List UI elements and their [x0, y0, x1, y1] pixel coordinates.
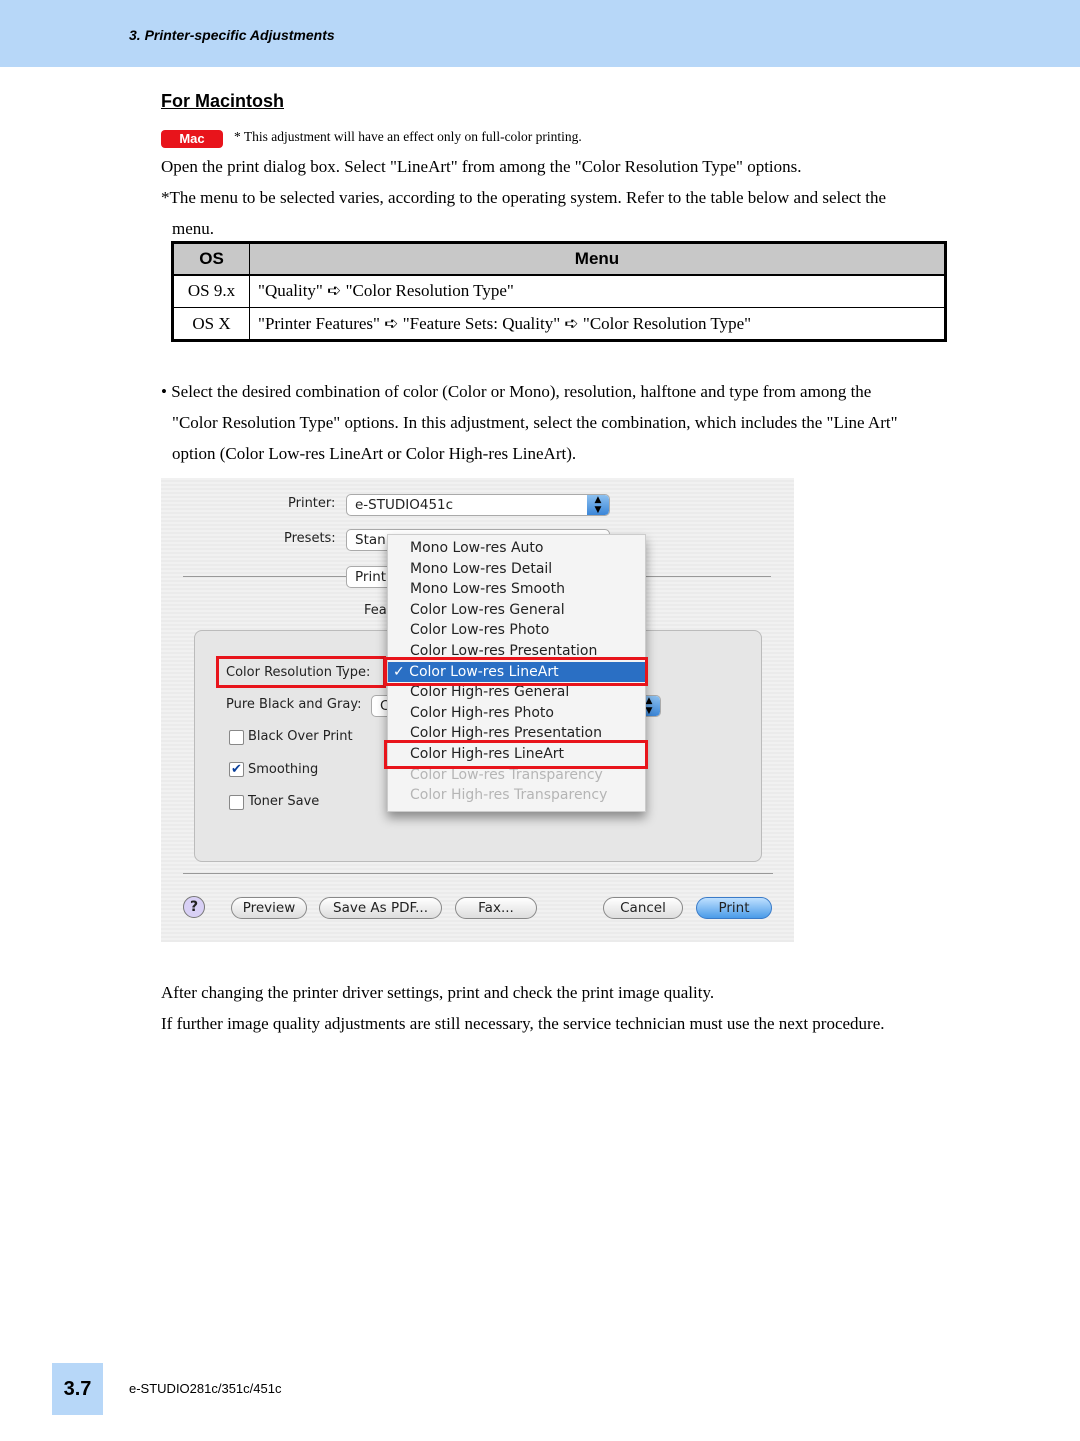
save-as-pdf-button[interactable]: Save As PDF... — [319, 897, 442, 919]
cell: OS X — [172, 307, 250, 341]
bullet-line: "Color Resolution Type" options. In this… — [172, 413, 898, 432]
page-number: 3.7 — [52, 1363, 103, 1415]
after-line: If further image quality adjustments are… — [161, 1014, 885, 1033]
highlight-box — [384, 657, 648, 686]
printer-select[interactable]: e-STUDIO451c ▲ ▼ — [346, 494, 610, 516]
bullet-line: option (Color Low-res LineArt or Color H… — [172, 444, 577, 463]
highlight-box — [216, 656, 386, 688]
pbg-label: Pure Black and Gray: — [226, 697, 362, 712]
menu-item[interactable]: Mono Low-res Detail — [388, 559, 645, 580]
menu-item[interactable]: Color Low-res General — [388, 600, 645, 621]
updown-arrows-icon: ▲ ▼ — [587, 495, 609, 515]
cell: "Printer Features" ➪ "Feature Sets: Qual… — [249, 307, 946, 341]
table-row: OS 9.x "Quality" ➪ "Color Resolution Type… — [172, 274, 946, 308]
menu-item[interactable]: Color Low-res Photo — [388, 620, 645, 641]
preview-button[interactable]: Preview — [231, 897, 307, 919]
smoothing-checkbox[interactable]: ✔ — [229, 762, 244, 777]
intro-line: *The menu to be selected varies, accordi… — [161, 188, 887, 207]
note: * This adjustment will have an effect on… — [234, 129, 582, 144]
checkbox-label: Smoothing — [248, 762, 319, 777]
print-button[interactable]: Print — [696, 897, 772, 919]
menu-item[interactable]: Color High-res Photo — [388, 703, 645, 724]
bullet-line: • Select the desired combination of colo… — [161, 382, 872, 401]
heading: For Macintosh — [161, 91, 285, 111]
mac-badge: Mac — [161, 130, 223, 148]
toner-save-checkbox[interactable] — [229, 795, 244, 810]
checkbox-label: Toner Save — [248, 794, 320, 809]
menu-item: Color High-res Transparency — [410, 787, 608, 804]
black-over-print-checkbox[interactable] — [229, 730, 244, 745]
printer-label: Printer: — [288, 496, 336, 511]
section-title: 3. Printer-specific Adjustments — [129, 27, 335, 43]
divider — [183, 873, 773, 874]
intro-line: Open the print dialog box. Select "LineA… — [161, 157, 802, 176]
cell: "Quality" ➪ "Color Resolution Type" — [249, 274, 946, 308]
cell: OS 9.x — [172, 274, 250, 308]
fax-button[interactable]: Fax... — [455, 897, 537, 919]
col-menu: Menu — [249, 242, 946, 276]
printer-value: e-STUDIO451c — [355, 497, 454, 513]
col-os: OS — [172, 242, 250, 276]
intro-line: menu. — [172, 219, 215, 238]
table-row: OS X "Printer Features" ➪ "Feature Sets: … — [172, 307, 946, 341]
help-button[interactable]: ? — [183, 896, 205, 918]
checkbox-label: Black Over Print — [248, 729, 353, 744]
presets-label: Presets: — [284, 531, 336, 546]
menu-item[interactable]: Mono Low-res Auto — [388, 538, 645, 559]
page-header: 3. Printer-specific Adjustments — [0, 0, 1080, 67]
after-line: After changing the printer driver settin… — [161, 983, 715, 1002]
os-menu-table: OS Menu OS 9.x "Quality" ➪ "Color Resoluti… — [171, 241, 947, 342]
highlight-box — [384, 740, 648, 769]
presets-value: Stan — [355, 532, 386, 548]
cancel-button[interactable]: Cancel — [603, 897, 683, 919]
footer-model: e-STUDIO281c/351c/451c — [129, 1381, 282, 1396]
feature-label: Fea — [364, 603, 387, 618]
print-dialog-screenshot: Printer: e-STUDIO451c ▲ ▼ Presets: Stan Pr… — [161, 478, 794, 942]
menu-item[interactable]: Mono Low-res Smooth — [388, 579, 645, 600]
panel-value: Print — [355, 569, 387, 585]
